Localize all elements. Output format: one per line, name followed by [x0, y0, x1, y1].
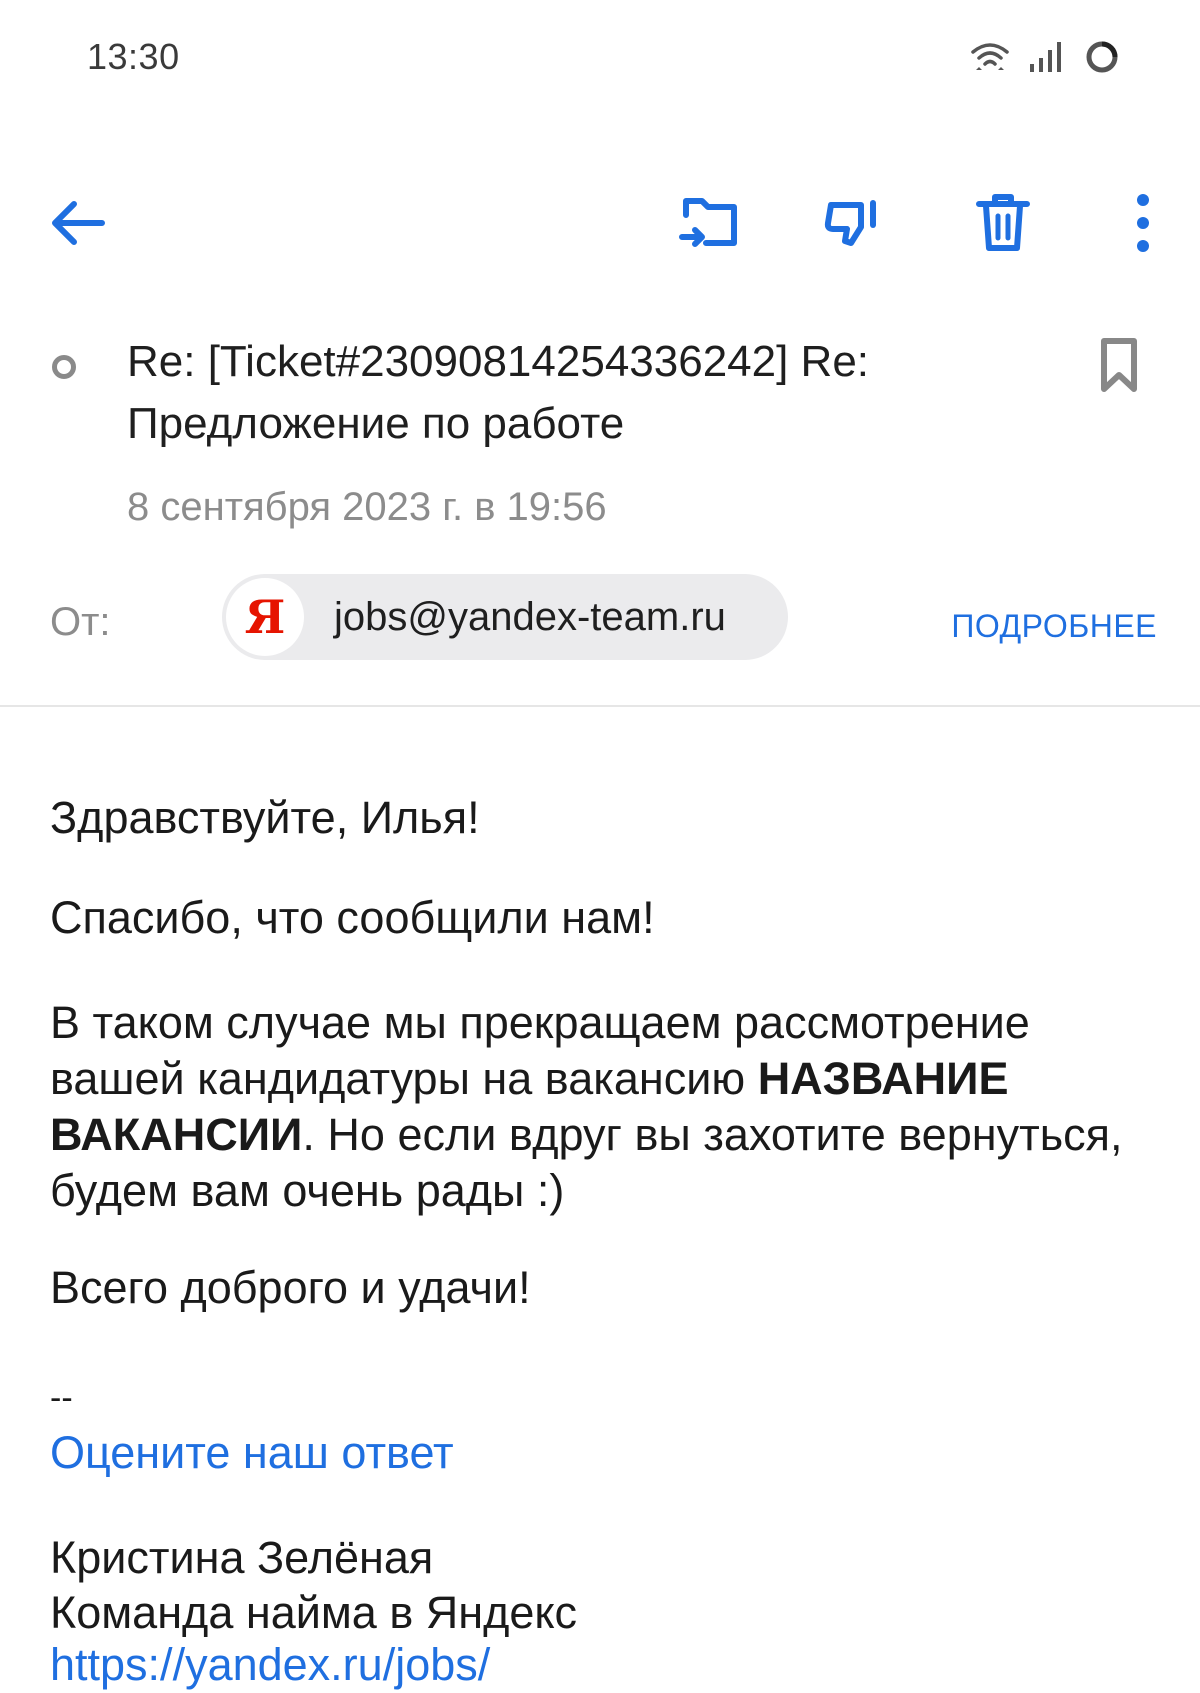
bookmark-icon	[1099, 337, 1139, 398]
signature-name: Кристина Зелёная	[50, 1532, 434, 1583]
greeting-text: Здравствуйте, Илья!	[50, 792, 480, 843]
mail-message-screen: 13:30	[0, 0, 1200, 1690]
status-time: 13:30	[87, 36, 180, 77]
trash-icon	[975, 192, 1031, 259]
signature-url-link[interactable]: https://yandex.ru/jobs/	[50, 1637, 490, 1693]
sender-chip[interactable]: Я jobs@yandex-team.ru	[222, 574, 788, 660]
message-toolbar	[0, 180, 1200, 270]
sender-email: jobs@yandex-team.ru	[334, 594, 726, 639]
signal-icon	[1028, 40, 1066, 74]
message-subject: Re: [Ticket#2309081425433624​2] Re: Пред…	[127, 337, 870, 448]
delete-button[interactable]	[958, 180, 1048, 270]
signature-separator: --	[50, 1379, 73, 1417]
move-to-folder-icon	[678, 193, 742, 258]
more-options-button[interactable]	[1098, 180, 1188, 270]
back-button[interactable]	[33, 180, 123, 270]
spam-icon	[821, 193, 885, 258]
wifi-icon	[970, 40, 1010, 74]
spam-button[interactable]	[808, 180, 898, 270]
status-icons	[970, 32, 1120, 82]
bookmark-button[interactable]	[1095, 335, 1143, 399]
read-status-icon[interactable]	[52, 355, 76, 379]
status-bar: 13:30	[0, 0, 1200, 110]
details-link[interactable]: ПОДРОБНЕЕ	[951, 608, 1157, 645]
more-vertical-icon	[1133, 192, 1153, 259]
back-arrow-icon	[48, 198, 108, 253]
sender-avatar: Я	[226, 578, 304, 656]
message-date: 8 сентября 2023 г. в 19:56	[127, 485, 607, 529]
goodbye-text: Всего доброго и удачи!	[50, 1262, 531, 1313]
rate-answer-link[interactable]: Оцените наш ответ	[50, 1425, 454, 1481]
from-label: От:	[50, 600, 111, 644]
thanks-text: Спасибо, что сообщили нам!	[50, 892, 655, 943]
signature-team: Команда найма в Яндекс	[50, 1587, 578, 1638]
move-to-folder-button[interactable]	[665, 180, 755, 270]
header-divider	[0, 705, 1200, 707]
battery-icon	[1084, 39, 1120, 75]
main-paragraph: В таком случае мы прекращаем рассмотрени…	[50, 995, 1150, 1219]
